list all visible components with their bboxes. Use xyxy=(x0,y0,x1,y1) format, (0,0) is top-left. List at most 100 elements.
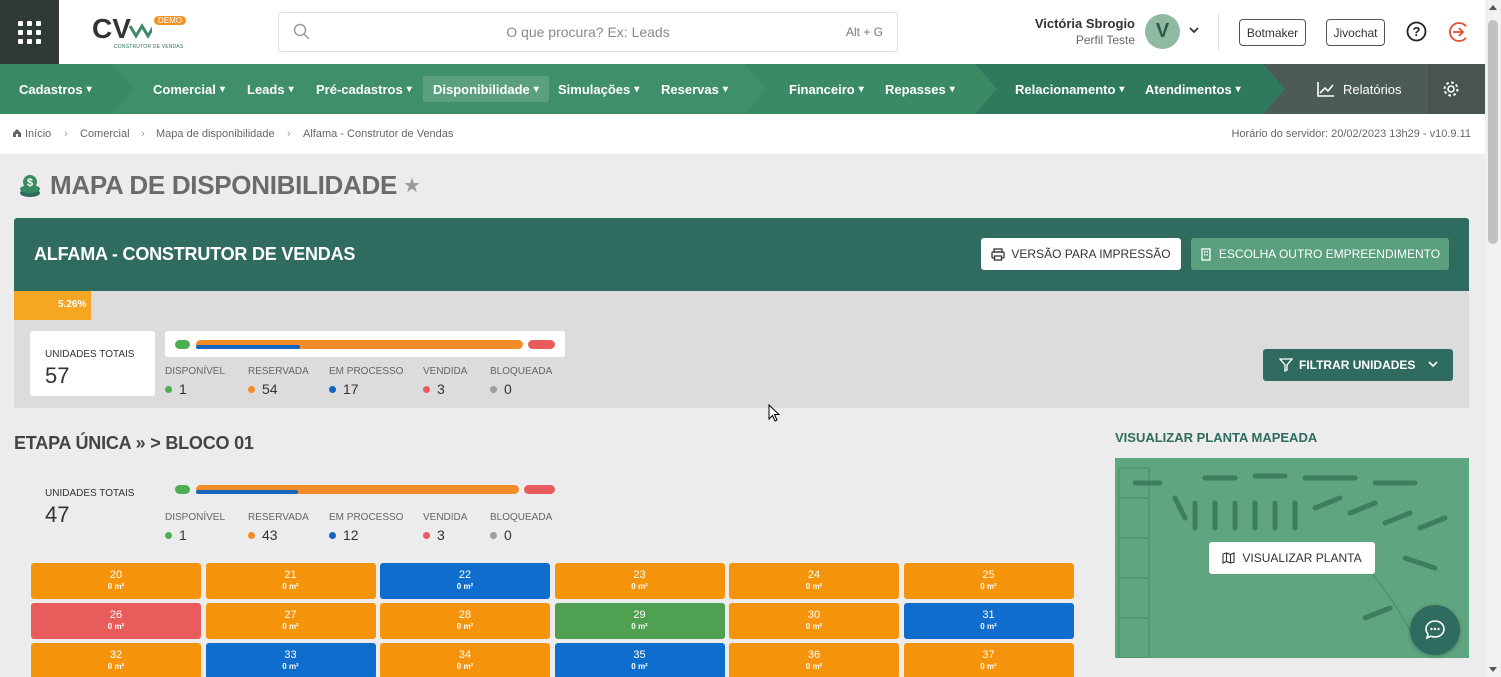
breadcrumb-separator: › xyxy=(141,128,145,140)
unit-number: 25 xyxy=(982,569,995,581)
total-units-card: UNIDADES TOTAIS 57 xyxy=(30,331,155,396)
unit-area: 0 m² xyxy=(631,622,648,631)
avatar[interactable]: V xyxy=(1145,14,1180,49)
unit-cell[interactable]: 35 0 m² xyxy=(554,643,725,677)
unit-area: 0 m² xyxy=(805,662,823,671)
unit-cell[interactable]: 34 0 m² xyxy=(380,643,550,677)
block-legend-processo: EM PROCESSO 12 xyxy=(329,512,404,543)
print-version-button[interactable]: VERSÃO PARA IMPRESSÃO xyxy=(981,238,1181,270)
breadcrumb-inicio[interactable]: Início xyxy=(25,128,51,140)
chart-line-icon xyxy=(1317,82,1334,97)
unit-cell[interactable]: 30 0 m² xyxy=(729,603,899,639)
breadcrumb-mapa[interactable]: Mapa de disponibilidade xyxy=(156,128,275,140)
unit-number: 37 xyxy=(982,649,995,661)
bar-vendida xyxy=(528,340,555,349)
unit-cell[interactable]: 36 0 m² xyxy=(729,643,899,677)
nav-atendimentos[interactable]: Atendimentos ▾ xyxy=(1145,64,1241,114)
unit-cell[interactable]: 31 0 m² xyxy=(903,603,1074,639)
unit-cell[interactable]: 21 0 m² xyxy=(205,563,376,599)
unit-number: 35 xyxy=(633,649,646,661)
nav-relatorios[interactable]: Relatórios xyxy=(1317,64,1402,114)
legend-processo: EM PROCESSO 17 xyxy=(329,366,404,397)
nav-financeiro[interactable]: Financeiro ▾ xyxy=(789,64,864,114)
bar-processo xyxy=(196,345,300,349)
block-legend-bloqueada: BLOQUEADA 0 xyxy=(490,512,553,543)
block-bar-vendida xyxy=(524,485,555,494)
apps-menu-button[interactable] xyxy=(0,0,59,64)
unit-area: 0 m² xyxy=(631,582,648,591)
unit-area: 0 m² xyxy=(456,622,474,631)
unit-area: 0 m² xyxy=(805,622,823,631)
bar-disponivel xyxy=(175,340,190,349)
scroll-up-icon[interactable] xyxy=(1489,4,1497,10)
unit-area: 0 m² xyxy=(631,662,648,671)
breadcrumb: Início › Comercial › Mapa de disponibili… xyxy=(0,114,1485,154)
jivochat-button[interactable]: Jivochat xyxy=(1326,19,1385,46)
unit-number: 36 xyxy=(807,649,821,661)
page-scrollbar[interactable] xyxy=(1485,0,1501,677)
unit-area: 0 m² xyxy=(980,622,997,631)
nav-cadastros[interactable]: Cadastros ▾ xyxy=(19,64,92,114)
nav-pre-cadastros[interactable]: Pré-cadastros ▾ xyxy=(316,64,412,114)
filter-units-button[interactable]: FILTRAR UNIDADES xyxy=(1263,349,1453,381)
block-total-value: 47 xyxy=(45,502,70,527)
unit-area: 0 m² xyxy=(107,622,125,631)
breadcrumb-comercial[interactable]: Comercial xyxy=(80,128,130,140)
nav-leads[interactable]: Leads ▾ xyxy=(247,64,294,114)
unit-area: 0 m² xyxy=(980,582,997,591)
scrollbar-thumb[interactable] xyxy=(1488,20,1498,244)
project-header: ALFAMA - CONSTRUTOR DE VENDAS VERSÃO PAR… xyxy=(14,218,1469,291)
unit-cell[interactable]: 37 0 m² xyxy=(903,643,1074,677)
unit-number: 29 xyxy=(633,609,646,621)
unit-cell[interactable]: 23 0 m² xyxy=(554,563,725,599)
unit-number: 30 xyxy=(807,609,821,621)
star-icon[interactable]: ★ xyxy=(403,173,421,198)
unit-number: 22 xyxy=(458,569,472,581)
choose-project-button[interactable]: ESCOLHA OUTRO EMPREENDIMENTO xyxy=(1191,238,1449,270)
unit-cell[interactable]: 22 0 m² xyxy=(380,563,550,599)
chat-button[interactable] xyxy=(1410,605,1460,655)
unit-cell[interactable]: 25 0 m² xyxy=(903,563,1074,599)
svg-text:?: ? xyxy=(1413,24,1421,39)
gear-icon[interactable] xyxy=(1442,80,1460,98)
help-icon[interactable]: ? xyxy=(1406,21,1427,42)
sales-progress-bar: 5.26% xyxy=(14,291,1469,320)
nav-repasses[interactable]: Repasses ▾ xyxy=(885,64,955,114)
unit-cell[interactable]: 20 0 m² xyxy=(31,563,201,599)
logo[interactable]: CV DEMO CONSTRUTOR DE VENDAS xyxy=(92,13,188,54)
unit-number: 31 xyxy=(982,609,995,621)
unit-cell[interactable]: 33 0 m² xyxy=(205,643,376,677)
botmaker-button[interactable]: Botmaker xyxy=(1239,19,1306,46)
status-bar xyxy=(165,331,565,357)
unit-cell[interactable]: 32 0 m² xyxy=(31,643,201,677)
nav-disponibilidade[interactable]: Disponibilidade ▾ xyxy=(423,76,549,102)
block-bar-processo xyxy=(196,490,298,494)
unit-cell[interactable]: 29 0 m² xyxy=(554,603,725,639)
unit-number: 24 xyxy=(807,569,821,581)
header-divider xyxy=(1218,14,1219,50)
nav-simulacoes[interactable]: Simulações ▾ xyxy=(558,64,639,114)
block-legend-vendida: VENDIDA 3 xyxy=(423,512,468,543)
search-input[interactable]: O que procura? Ex: Leads Alt + G xyxy=(278,12,898,52)
user-profile: Perfil Teste xyxy=(1075,33,1135,47)
project-title: ALFAMA - CONSTRUTOR DE VENDAS xyxy=(34,244,356,264)
logout-icon[interactable] xyxy=(1448,21,1470,43)
nav-reservas[interactable]: Reservas ▾ xyxy=(661,64,728,114)
nav-comercial[interactable]: Comercial ▾ xyxy=(153,64,225,114)
unit-area: 0 m² xyxy=(282,582,299,591)
unit-number: 32 xyxy=(109,649,123,661)
scroll-down-icon[interactable] xyxy=(1489,667,1497,673)
home-icon xyxy=(13,129,21,137)
user-info[interactable]: Victória Sbrogio Perfil Teste xyxy=(1035,16,1135,47)
unit-cell[interactable]: 28 0 m² xyxy=(380,603,550,639)
unit-cell[interactable]: 24 0 m² xyxy=(729,563,899,599)
legend-disponivel: DISPONÍVEL 1 xyxy=(165,366,226,397)
chevron-down-icon: ▾ xyxy=(858,83,864,95)
unit-cell[interactable]: 26 0 m² xyxy=(31,603,201,639)
view-plan-button[interactable]: VISUALIZAR PLANTA xyxy=(1209,542,1375,574)
nav-relacionamento[interactable]: Relacionamento ▾ xyxy=(1015,64,1124,114)
unit-number: 34 xyxy=(458,649,472,661)
progress-label: 5.26% xyxy=(58,299,87,310)
unit-cell[interactable]: 27 0 m² xyxy=(205,603,376,639)
chevron-down-icon[interactable] xyxy=(1188,24,1200,36)
